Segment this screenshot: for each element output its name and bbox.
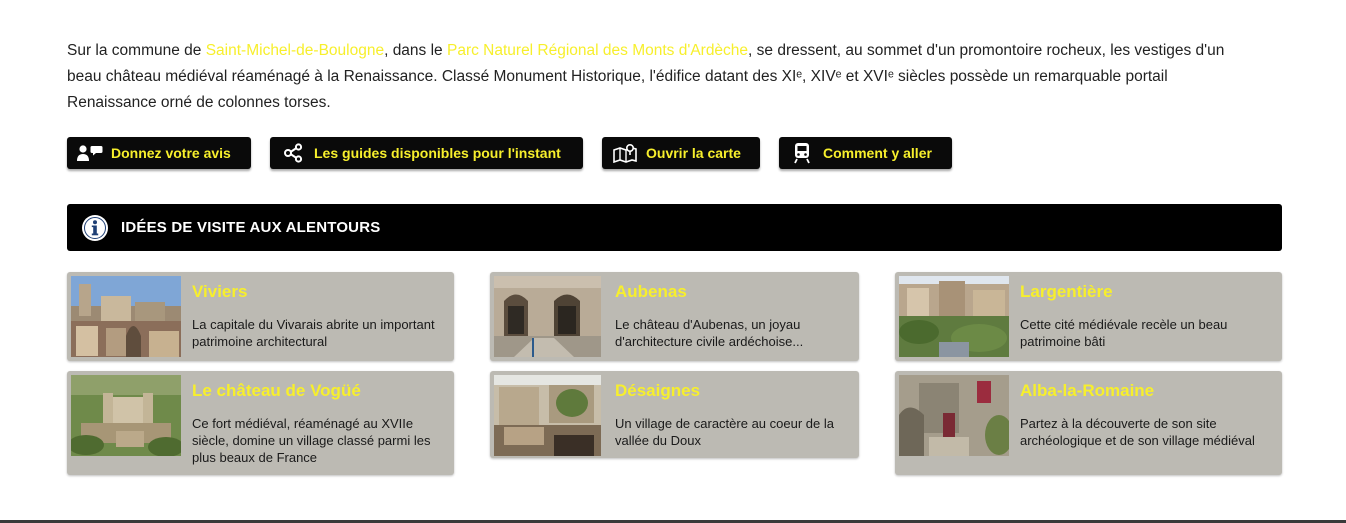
chateau-de-vogue-thumbnail bbox=[71, 375, 181, 456]
intro-text-1: Sur la commune de bbox=[67, 41, 206, 59]
section-title: IDÉES DE VISITE AUX ALENTOURS bbox=[121, 219, 381, 236]
card-description: Cette cité médiévale recèle un beau patr… bbox=[1020, 317, 1228, 349]
alba-la-romaine-thumbnail bbox=[899, 375, 1009, 456]
info-icon bbox=[81, 214, 109, 242]
card-title[interactable]: Largentière bbox=[1020, 282, 1113, 302]
visit-card-chateau-de-vogue[interactable]: Le château de Vogüé Ce fort médiéval, ré… bbox=[67, 371, 454, 475]
card-description: Le château d'Aubenas, un joyau d'archite… bbox=[615, 317, 804, 349]
open-map-button-label: Ouvrir la carte bbox=[646, 145, 741, 161]
intro-text-2: , dans le bbox=[384, 41, 447, 59]
card-title[interactable]: Désaignes bbox=[615, 381, 700, 401]
map-icon bbox=[612, 143, 638, 163]
aubenas-thumbnail bbox=[494, 276, 601, 357]
guides-button[interactable]: Les guides disponibles pour l'instant bbox=[270, 137, 583, 169]
card-description: Ce fort médiéval, réaménagé au XVIIe siè… bbox=[192, 416, 431, 465]
card-description: Partez à la découverte de son site arché… bbox=[1020, 416, 1255, 448]
largentiere-thumbnail bbox=[899, 276, 1009, 357]
intro-paragraph: Sur la commune de Saint-Michel-de-Boulog… bbox=[67, 38, 1242, 116]
review-button[interactable]: Donnez votre avis bbox=[67, 137, 251, 169]
card-title[interactable]: Aubenas bbox=[615, 282, 687, 302]
visit-card-desaignes[interactable]: Désaignes Un village de caractère au coe… bbox=[490, 371, 859, 458]
nearby-visits-header: IDÉES DE VISITE AUX ALENTOURS bbox=[67, 204, 1282, 251]
visit-card-viviers[interactable]: Viviers La capitale du Vivarais abrite u… bbox=[67, 272, 454, 361]
viviers-thumbnail bbox=[71, 276, 181, 357]
desaignes-thumbnail bbox=[494, 375, 601, 456]
visit-card-largentiere[interactable]: Largentière Cette cité médiévale recèle … bbox=[895, 272, 1282, 361]
link-parc-naturel-regional[interactable]: Parc Naturel Régional des Monts d'Ardèch… bbox=[447, 42, 748, 59]
visit-card-aubenas[interactable]: Aubenas Le château d'Aubenas, un joyau d… bbox=[490, 272, 859, 361]
card-title[interactable]: Le château de Vogüé bbox=[192, 381, 361, 401]
review-button-label: Donnez votre avis bbox=[111, 145, 231, 161]
card-description: La capitale du Vivarais abrite un import… bbox=[192, 317, 435, 349]
share-icon bbox=[280, 143, 306, 163]
guides-button-label: Les guides disponibles pour l'instant bbox=[314, 145, 561, 161]
train-icon bbox=[789, 143, 815, 164]
review-icon bbox=[77, 143, 103, 163]
link-saint-michel-de-boulogne[interactable]: Saint-Michel-de-Boulogne bbox=[206, 42, 384, 59]
card-title[interactable]: Viviers bbox=[192, 282, 247, 302]
directions-button[interactable]: Comment y aller bbox=[779, 137, 952, 169]
open-map-button[interactable]: Ouvrir la carte bbox=[602, 137, 760, 169]
directions-button-label: Comment y aller bbox=[823, 145, 932, 161]
card-description: Un village de caractère au coeur de la v… bbox=[615, 416, 834, 448]
card-title[interactable]: Alba-la-Romaine bbox=[1020, 381, 1154, 401]
visit-card-alba-la-romaine[interactable]: Alba-la-Romaine Partez à la découverte d… bbox=[895, 371, 1282, 475]
